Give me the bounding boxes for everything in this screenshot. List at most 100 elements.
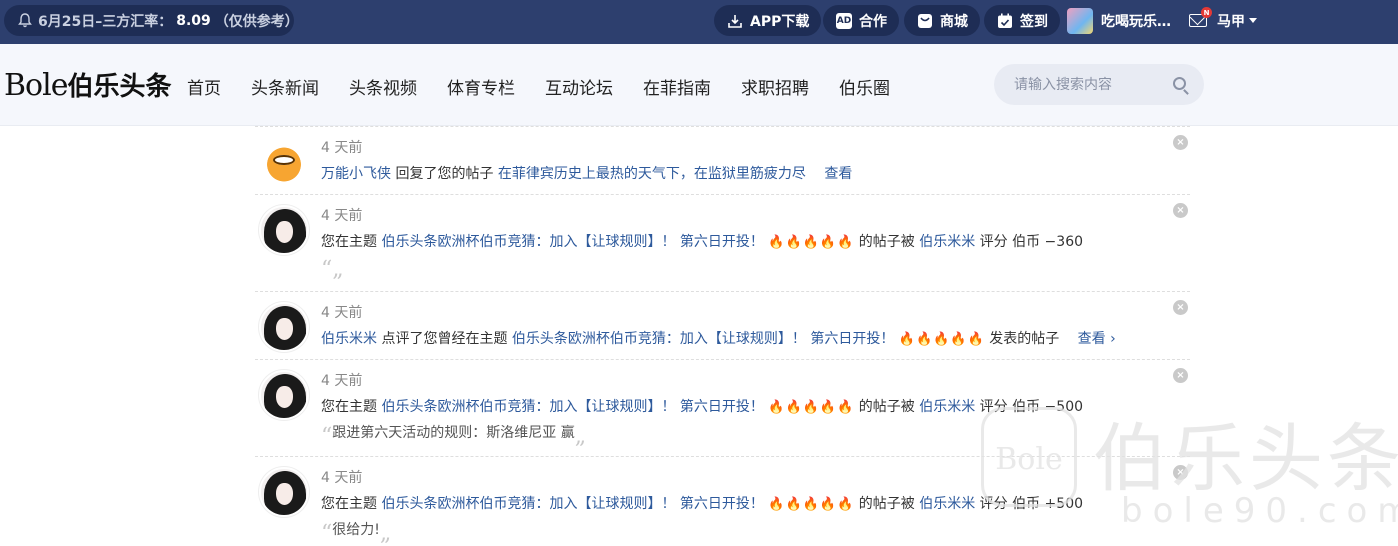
app-download-label: APP下载 xyxy=(750,13,810,30)
notification-item: 4 天前 您在主题 伯乐头条欧洲杯伯币竞猜：加入【让球规则】！ 第六日开投！ 🔥… xyxy=(255,456,1190,546)
search-input[interactable] xyxy=(1014,64,1164,105)
notification-text: 您在主题 伯乐头条欧洲杯伯币竞猜：加入【让球规则】！ 第六日开投！ 🔥🔥🔥🔥🔥 … xyxy=(321,493,1083,513)
close-icon[interactable]: × xyxy=(1173,465,1188,480)
view-link[interactable]: 查看 xyxy=(824,166,852,182)
checkin-button[interactable]: 签到 xyxy=(984,5,1060,36)
thread-link[interactable]: 伯乐头条欧洲杯伯币竞猜：加入【让球规则】！ 第六日开投！ xyxy=(381,234,763,250)
close-icon[interactable]: × xyxy=(1173,135,1188,150)
nav-video[interactable]: 头条视频 xyxy=(349,74,417,99)
shop-button[interactable]: 商城 xyxy=(904,5,980,36)
mid-text: 的帖子被 xyxy=(858,496,915,512)
ad-icon-text: AD xyxy=(836,12,852,29)
user-link[interactable]: 伯乐米米 xyxy=(321,331,377,347)
quote-block: “很给力!„ xyxy=(321,519,391,546)
notification-text: 伯乐米米 点评了您曾经在主题 伯乐头条欧洲杯伯币竞猜：加入【让球规则】！ 第六日… xyxy=(321,328,1116,348)
user-menu[interactable]: N 马甲 xyxy=(1189,5,1257,36)
timestamp: 4 天前 xyxy=(321,470,363,486)
user-link[interactable]: 伯乐米米 xyxy=(919,399,975,415)
site-logo[interactable]: Bole伯乐头条 xyxy=(4,66,171,103)
user-link[interactable]: 万能小飞侠 xyxy=(321,166,391,182)
notification-item: 4 天前 您在主题 伯乐头条欧洲杯伯币竞猜：加入【让球规则】！ 第六日开投！ 🔥… xyxy=(255,194,1190,291)
quote-text: 很给力! xyxy=(332,522,380,538)
rating-text: 评分 伯币 −500 xyxy=(979,399,1084,415)
nav-jobs[interactable]: 求职招聘 xyxy=(741,74,809,99)
close-quote-icon: „ xyxy=(574,424,587,449)
open-quote-icon: “ xyxy=(321,257,333,282)
ad-icon: AD xyxy=(835,12,853,30)
close-icon[interactable]: × xyxy=(1173,203,1188,218)
notification-item: 4 天前 万能小飞侠 回复了您的帖子 在菲律宾历史上最热的天气下，在监狱里筋疲力… xyxy=(255,126,1190,194)
nav-news[interactable]: 头条新闻 xyxy=(251,74,319,99)
user-group-link[interactable]: 吃喝玩乐… xyxy=(1067,5,1171,36)
nav-forum[interactable]: 互动论坛 xyxy=(545,74,613,99)
username-label: 马甲 xyxy=(1217,13,1245,30)
cooperation-label: 合作 xyxy=(859,13,887,30)
notification-item: 4 天前 您在主题 伯乐头条欧洲杯伯币竞猜：加入【让球规则】！ 第六日开投！ 🔥… xyxy=(255,359,1190,456)
action-text: 点评了您曾经在主题 xyxy=(381,331,508,347)
prefix-text: 您在主题 xyxy=(321,496,377,512)
user-link[interactable]: 伯乐米米 xyxy=(919,496,975,512)
thread-link[interactable]: 伯乐头条欧洲杯伯币竞猜：加入【让球规则】！ 第六日开投！ xyxy=(512,331,894,347)
thread-link[interactable]: 伯乐头条欧洲杯伯币竞猜：加入【让球规则】！ 第六日开投！ xyxy=(381,399,763,415)
close-quote-icon: „ xyxy=(332,257,344,282)
close-quote-icon: „ xyxy=(379,521,392,546)
mail-icon[interactable]: N xyxy=(1189,7,1212,27)
close-icon[interactable]: × xyxy=(1173,300,1188,315)
rating-text: 评分 伯币 −360 xyxy=(979,234,1084,250)
close-icon[interactable]: × xyxy=(1173,368,1188,383)
search-box xyxy=(994,64,1204,105)
notification-item: 4 天前 伯乐米米 点评了您曾经在主题 伯乐头条欧洲杯伯币竞猜：加入【让球规则】… xyxy=(255,291,1190,359)
rate-value: 8.09 xyxy=(176,12,211,29)
prefix-text: 您在主题 xyxy=(321,399,377,415)
timestamp: 4 天前 xyxy=(321,208,363,224)
mail-badge: N xyxy=(1201,7,1212,18)
mid-text: 的帖子被 xyxy=(858,234,915,250)
checkin-label: 签到 xyxy=(1020,13,1048,30)
view-link[interactable]: 查看 › xyxy=(1078,331,1116,347)
notification-text: 万能小飞侠 回复了您的帖子 在菲律宾历史上最热的天气下，在监狱里筋疲力尽 查看 xyxy=(321,163,852,183)
nav-sports[interactable]: 体育专栏 xyxy=(447,74,515,99)
quote-block: “„ xyxy=(321,257,344,282)
avatar[interactable] xyxy=(259,302,309,352)
chevron-down-icon xyxy=(1249,18,1257,23)
avatar[interactable] xyxy=(259,467,309,517)
fire-emoji: 🔥🔥🔥🔥🔥 xyxy=(768,497,855,512)
timestamp: 4 天前 xyxy=(321,373,363,389)
bell-icon xyxy=(18,12,32,30)
shop-icon xyxy=(916,12,934,30)
calendar-icon xyxy=(996,12,1014,30)
shop-label: 商城 xyxy=(940,13,968,30)
search-icon[interactable] xyxy=(1173,77,1186,90)
action-text: 回复了您的帖子 xyxy=(395,166,494,182)
nav-circle[interactable]: 伯乐圈 xyxy=(839,74,890,99)
user-link[interactable]: 伯乐米米 xyxy=(919,234,975,250)
notification-text: 您在主题 伯乐头条欧洲杯伯币竞猜：加入【让球规则】！ 第六日开投！ 🔥🔥🔥🔥🔥 … xyxy=(321,396,1083,416)
site-header: Bole伯乐头条 首页 头条新闻 头条视频 体育专栏 互动论坛 在菲指南 求职招… xyxy=(0,44,1398,126)
nav-guide[interactable]: 在菲指南 xyxy=(643,74,711,99)
fire-emoji: 🔥🔥🔥🔥🔥 xyxy=(768,400,855,415)
cooperation-button[interactable]: AD 合作 xyxy=(823,5,899,36)
thread-link[interactable]: 伯乐头条欧洲杯伯币竞猜：加入【让球规则】！ 第六日开投！ xyxy=(381,496,763,512)
logo-en: Bole xyxy=(4,68,68,103)
nav-home[interactable]: 首页 xyxy=(187,74,221,99)
open-quote-icon: “ xyxy=(321,521,333,546)
fire-emoji: 🔥🔥🔥🔥🔥 xyxy=(898,332,985,347)
top-bar: 6月25日–三方汇率： 8.09 （仅供参考） APP下载 AD 合作 商城 签… xyxy=(0,0,1398,44)
avatar[interactable] xyxy=(259,370,309,420)
timestamp: 4 天前 xyxy=(321,305,363,321)
rate-suffix: （仅供参考） xyxy=(214,13,299,30)
app-download-button[interactable]: APP下载 xyxy=(714,5,822,36)
notification-text: 您在主题 伯乐头条欧洲杯伯币竞猜：加入【让球规则】！ 第六日开投！ 🔥🔥🔥🔥🔥 … xyxy=(321,231,1083,251)
avatar[interactable] xyxy=(259,137,309,187)
user-group-label: 吃喝玩乐… xyxy=(1101,13,1171,30)
mid-text: 的帖子被 xyxy=(858,399,915,415)
avatar[interactable] xyxy=(259,205,309,255)
exchange-rate-pill[interactable]: 6月25日–三方汇率： 8.09 （仅供参考） xyxy=(4,5,299,36)
suffix-text: 发表的帖子 xyxy=(989,331,1060,347)
fire-emoji: 🔥🔥🔥🔥🔥 xyxy=(768,235,855,250)
download-icon xyxy=(726,12,744,30)
main-nav: 首页 头条新闻 头条视频 体育专栏 互动论坛 在菲指南 求职招聘 伯乐圈 xyxy=(187,74,920,99)
notification-list: 4 天前 万能小飞侠 回复了您的帖子 在菲律宾历史上最热的天气下，在监狱里筋疲力… xyxy=(255,126,1190,546)
prefix-text: 您在主题 xyxy=(321,234,377,250)
thread-link[interactable]: 在菲律宾历史上最热的天气下，在监狱里筋疲力尽 xyxy=(498,166,806,182)
